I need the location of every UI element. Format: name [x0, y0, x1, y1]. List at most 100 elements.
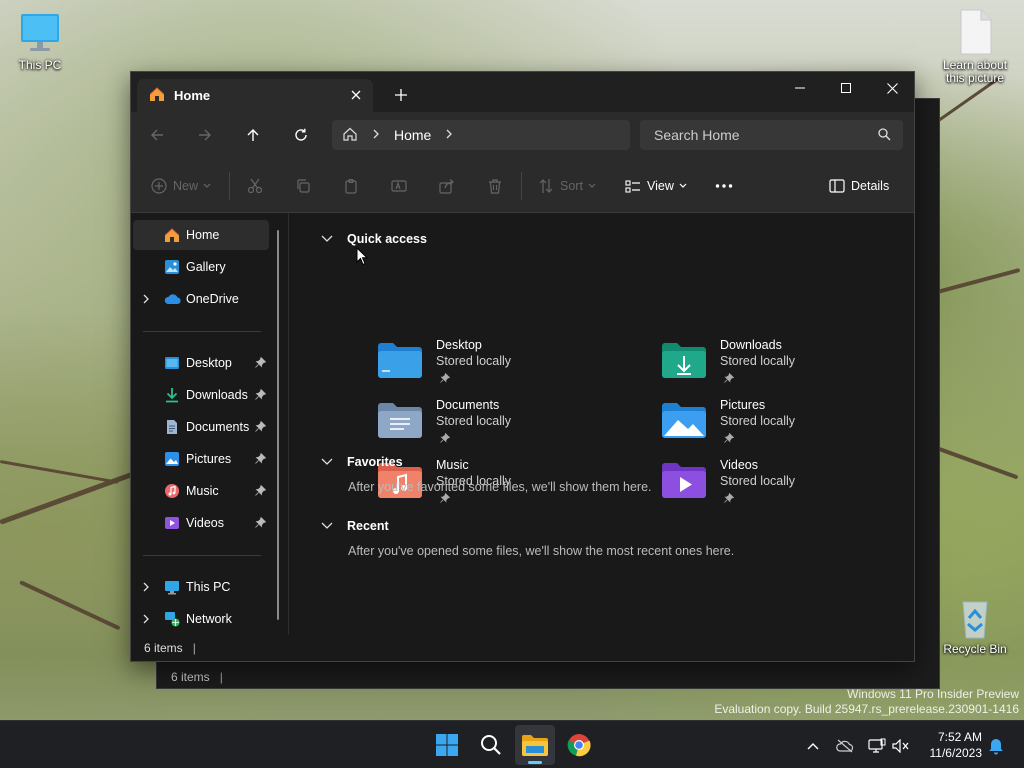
- taskbar: 7:52 AM 11/6/2023: [0, 720, 1024, 768]
- details-pane-icon: [829, 179, 845, 193]
- sidebar-item-music[interactable]: Music: [133, 476, 269, 506]
- section-title: Favorites: [347, 455, 403, 469]
- quick-access-item-desktop[interactable]: Desktop Stored locally: [378, 338, 608, 394]
- chevron-right-icon[interactable]: [445, 128, 453, 142]
- sort-icon: [539, 179, 553, 193]
- breadcrumb-home[interactable]: Home: [394, 127, 431, 143]
- notifications-button[interactable]: [985, 735, 1007, 757]
- taskbar-chrome[interactable]: [559, 725, 599, 765]
- quick-access-location: Stored locally: [436, 414, 512, 428]
- quick-access-item-downloads[interactable]: Downloads Stored locally: [662, 338, 892, 394]
- sidebar-item-network[interactable]: Network: [133, 604, 269, 634]
- sidebar-item-onedrive[interactable]: OneDrive: [133, 284, 269, 314]
- pin-icon: [440, 432, 451, 446]
- forward-button[interactable]: [190, 122, 220, 148]
- taskbar-search-button[interactable]: [471, 725, 511, 765]
- pin-icon: [724, 432, 735, 446]
- start-button[interactable]: [427, 725, 467, 765]
- sidebar-item-documents[interactable]: Documents: [133, 412, 269, 442]
- view-button[interactable]: View: [625, 174, 687, 198]
- share-button[interactable]: [439, 174, 455, 198]
- file-explorer-window[interactable]: Home Home Search Home New Sort View Deta…: [130, 71, 915, 662]
- section-favorites[interactable]: Favorites: [321, 455, 403, 469]
- sidebar-item-this-pc[interactable]: This PC: [133, 572, 269, 602]
- chevron-right-icon[interactable]: [372, 128, 380, 142]
- close-icon: [886, 82, 898, 94]
- pin-icon: [724, 372, 735, 386]
- paste-button[interactable]: [343, 174, 359, 198]
- sidebar-item-downloads[interactable]: Downloads: [133, 380, 269, 410]
- desktop-icon-learn-about-picture[interactable]: Learn about this picture: [935, 8, 1015, 85]
- watermark-edition: Windows 11 Pro Insider Preview: [847, 687, 1019, 701]
- share-icon: [439, 179, 454, 194]
- chevron-right-icon[interactable]: [142, 581, 150, 595]
- clock-date: 11/6/2023: [929, 746, 983, 760]
- copy-button[interactable]: [295, 174, 311, 198]
- chevron-down-icon: [679, 183, 687, 188]
- quick-access-name: Videos: [720, 458, 758, 472]
- tab-home[interactable]: Home: [137, 79, 373, 112]
- onedrive-tray-icon[interactable]: [834, 735, 856, 757]
- sidebar-item-home[interactable]: Home: [133, 220, 269, 250]
- status-separator: |: [192, 641, 196, 655]
- clock[interactable]: 7:52 AM 11/6/2023: [920, 729, 983, 761]
- navigation-pane: Home Gallery OneDrive Desktop Downloads …: [131, 213, 283, 637]
- desktop-icon-recycle-bin[interactable]: Recycle Bin: [935, 596, 1015, 656]
- pin-icon: [255, 452, 267, 467]
- close-tab-button[interactable]: [347, 86, 365, 104]
- quick-access-name: Downloads: [720, 338, 782, 352]
- more-options-button[interactable]: [715, 174, 733, 198]
- quick-access-location: Stored locally: [436, 354, 512, 368]
- pin-icon: [255, 516, 267, 531]
- title-bar[interactable]: Home: [131, 72, 914, 112]
- quick-access-item-videos[interactable]: Videos Stored locally: [662, 458, 892, 514]
- sidebar-scrollbar[interactable]: [277, 230, 279, 620]
- chevron-right-icon[interactable]: [142, 613, 150, 627]
- cloud-icon: [164, 291, 182, 310]
- plus-circle-icon: [151, 178, 167, 194]
- sidebar-item-label: Videos: [186, 516, 224, 530]
- quick-access-item-pictures[interactable]: Pictures Stored locally: [662, 398, 892, 454]
- quick-access-name: Desktop: [436, 338, 482, 352]
- sidebar-item-pictures[interactable]: Pictures: [133, 444, 269, 474]
- back-button[interactable]: [142, 122, 172, 148]
- windows-watermark: Windows 11 Pro Insider Preview Evaluatio…: [714, 687, 1019, 717]
- delete-button[interactable]: [487, 174, 503, 198]
- new-button[interactable]: New: [151, 174, 211, 198]
- show-hidden-icons-button[interactable]: [802, 735, 824, 757]
- search-box[interactable]: [640, 120, 903, 150]
- close-window-button[interactable]: [869, 72, 915, 104]
- address-bar[interactable]: Home: [332, 120, 630, 150]
- chevron-right-icon[interactable]: [142, 293, 150, 307]
- search-input[interactable]: [654, 127, 864, 143]
- arrow-left-icon: [151, 129, 163, 141]
- volume-tray-icon[interactable]: [890, 735, 912, 757]
- rename-button[interactable]: [391, 174, 407, 198]
- details-button[interactable]: Details: [829, 174, 889, 198]
- sidebar-item-videos[interactable]: Videos: [133, 508, 269, 538]
- main-content: Quick access Desktop Stored locally Down…: [289, 213, 914, 637]
- up-button[interactable]: [238, 122, 268, 148]
- section-quick-access[interactable]: Quick access: [321, 232, 427, 246]
- sidebar-item-gallery[interactable]: Gallery: [133, 252, 269, 282]
- sidebar-item-label: Gallery: [186, 260, 226, 274]
- minimize-button[interactable]: [777, 72, 823, 104]
- home-icon: [149, 86, 165, 105]
- quick-access-item-documents[interactable]: Documents Stored locally: [378, 398, 608, 454]
- cut-button[interactable]: [247, 174, 263, 198]
- network-tray-icon[interactable]: [866, 735, 888, 757]
- sort-button[interactable]: Sort: [538, 174, 596, 198]
- maximize-button[interactable]: [823, 72, 869, 104]
- onedrive-icon: [836, 739, 854, 753]
- desktop-icon-this-pc[interactable]: This PC: [0, 12, 80, 72]
- refresh-button[interactable]: [286, 122, 316, 148]
- search-icon: [878, 128, 891, 144]
- monitor-icon: [164, 579, 180, 598]
- sidebar-item-label: OneDrive: [186, 292, 239, 306]
- taskbar-file-explorer[interactable]: [515, 725, 555, 765]
- sidebar-item-label: Documents: [186, 420, 250, 434]
- desktop-folder-icon: [378, 342, 422, 381]
- sidebar-item-desktop[interactable]: Desktop: [133, 348, 269, 378]
- new-tab-button[interactable]: [390, 84, 412, 106]
- section-recent[interactable]: Recent: [321, 519, 389, 533]
